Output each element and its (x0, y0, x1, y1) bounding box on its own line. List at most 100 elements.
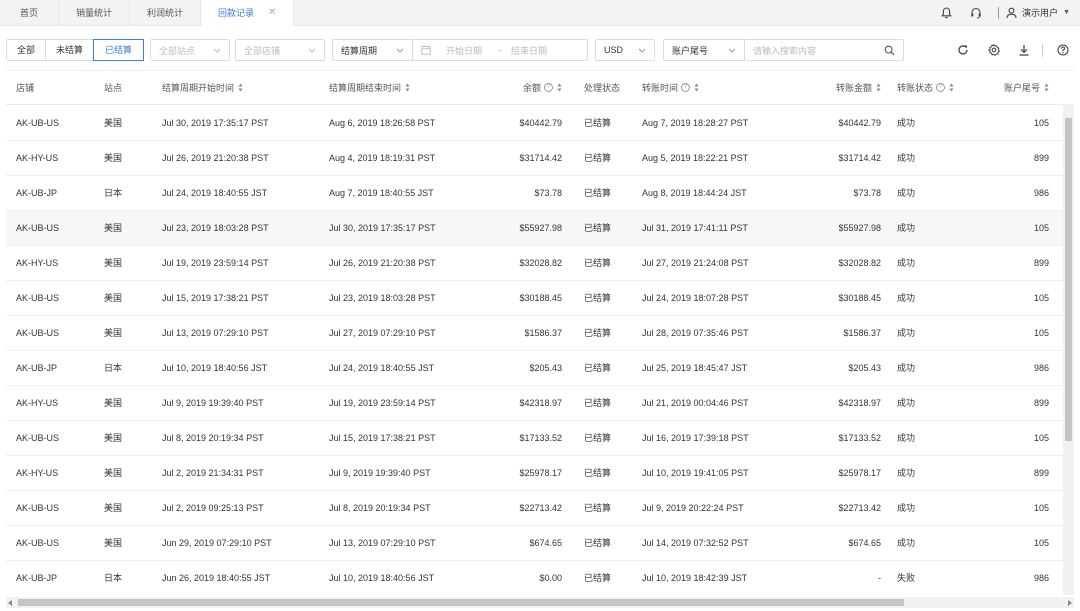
gear-icon[interactable] (982, 39, 1006, 61)
cell-balance: $31714.42 (519, 153, 562, 163)
cell-account-tail: 986 (1033, 573, 1049, 583)
table-row[interactable]: AK-HY-US 美国 Jul 9, 2019 19:39:40 PST Jul 19… (6, 386, 1074, 421)
col-header-period-start[interactable]: 结算周期开始时间 (162, 71, 243, 105)
cell-transfer-amount: $17133.52 (838, 433, 881, 443)
cell-transfer-status: 成功 (897, 468, 916, 478)
cell-period-end: Jul 9, 2019 19:39:40 PST (329, 468, 431, 478)
cell-balance: $674.65 (529, 538, 562, 548)
table-row[interactable]: AK-UB-US 美国 Jul 8, 2019 20:19:34 PST Jul 15… (6, 421, 1074, 456)
table-row[interactable]: AK-UB-US 美国 Jul 15, 2019 17:38:21 PST Jul 2… (6, 281, 1074, 316)
refresh-icon[interactable] (951, 39, 975, 61)
start-date-input[interactable]: 开始日期 (446, 44, 482, 57)
currency-value: USD (604, 45, 624, 55)
store-select-placeholder: 全部店铺 (244, 45, 281, 56)
table-row[interactable]: AK-UB-JP 日本 Jun 26, 2019 18:40:55 JST Jul 1… (6, 561, 1074, 595)
tab-sales-stats[interactable]: 销量统计 (59, 0, 131, 25)
col-header-transfer-amount[interactable]: 转账金额 (836, 71, 881, 105)
cell-transfer-time: Jul 28, 2019 07:35:46 PST (642, 328, 749, 338)
table-row[interactable]: AK-UB-US 美国 Jun 29, 2019 07:29:10 PST Jul 1… (6, 526, 1074, 561)
user-menu[interactable]: 演示用户 ▼ (1006, 6, 1070, 19)
tab-payment-records[interactable]: 回款记录 ✕ (201, 0, 295, 26)
cell-transfer-time: Jul 10, 2019 18:42:39 JST (642, 573, 748, 583)
bell-icon[interactable] (931, 0, 961, 26)
end-date-input[interactable]: 结束日期 (511, 44, 547, 57)
cell-account-tail: 105 (1033, 118, 1049, 128)
col-header-balance[interactable]: 余额? (523, 71, 562, 105)
store-select[interactable]: 全部店铺 (235, 39, 325, 61)
cell-process-status: 已结算 (584, 258, 612, 268)
cell-store: AK-HY-US (16, 258, 59, 268)
cell-balance: $17133.52 (519, 433, 562, 443)
sort-icon (1044, 83, 1049, 92)
cell-transfer-amount: $25978.17 (838, 468, 881, 478)
cell-transfer-status: 成功 (897, 433, 916, 443)
cell-process-status: 已结算 (584, 328, 612, 338)
scroll-right-icon[interactable] (1068, 600, 1072, 606)
cell-transfer-time: Jul 10, 2019 19:41:05 PST (642, 468, 749, 478)
col-header-period-end[interactable]: 结算周期结束时间 (329, 71, 410, 105)
cell-transfer-amount: $30188.45 (838, 293, 881, 303)
segment-all[interactable]: 全部 (7, 40, 47, 60)
cell-transfer-amount: $1586.37 (843, 328, 881, 338)
cell-balance: $73.78 (534, 188, 562, 198)
search-icon[interactable] (883, 45, 895, 55)
cell-account-tail: 105 (1033, 223, 1049, 233)
chevron-down-icon (638, 46, 646, 54)
cell-period-end: Jul 13, 2019 07:29:10 PST (329, 538, 436, 548)
table-row[interactable]: AK-UB-US 美国 Jul 30, 2019 17:35:17 PST Aug 6… (6, 106, 1074, 141)
currency-select[interactable]: USD (595, 39, 655, 61)
scroll-left-icon[interactable] (8, 600, 12, 606)
scrollbar-thumb[interactable] (1065, 118, 1072, 441)
period-type-label: 结算周期 (341, 45, 378, 56)
col-header-transfer-time[interactable]: 转账时间? (642, 71, 699, 105)
cell-account-tail: 105 (1033, 328, 1049, 338)
cell-store: AK-UB-JP (16, 363, 58, 373)
cell-period-end: Jul 10, 2019 18:40:56 JST (329, 573, 435, 583)
table-row[interactable]: AK-UB-US 美国 Jul 2, 2019 09:25:13 PST Jul 8,… (6, 491, 1074, 526)
cell-transfer-time: Jul 9, 2019 20:22:24 PST (642, 503, 744, 513)
cell-period-start: Jul 2, 2019 09:25:13 PST (162, 503, 264, 513)
calendar-icon (421, 45, 431, 55)
col-header-transfer-status[interactable]: 转账状态? (897, 71, 954, 105)
cell-site: 美国 (104, 223, 123, 233)
headset-icon[interactable] (961, 0, 991, 26)
chevron-down-icon (213, 46, 221, 54)
cell-transfer-time: Jul 21, 2019 00:04:46 PST (642, 398, 749, 408)
table-row[interactable]: AK-HY-US 美国 Jul 19, 2019 23:59:14 PST Jul 2… (6, 246, 1074, 281)
close-icon[interactable]: ✕ (268, 7, 276, 18)
help-icon[interactable] (1051, 39, 1075, 61)
cell-account-tail: 105 (1033, 538, 1049, 548)
date-range-picker[interactable]: 开始日期 - 结束日期 (412, 39, 588, 61)
col-header-process-status: 处理状态 (584, 83, 621, 93)
table-row[interactable]: AK-UB-US 美国 Jul 13, 2019 07:29:10 PST Jul 2… (6, 316, 1074, 351)
table-row[interactable]: AK-UB-US 美国 Jul 23, 2019 18:03:28 PST Jul 3… (6, 211, 1074, 246)
segment-unsettled[interactable]: 未结算 (46, 40, 95, 60)
site-select[interactable]: 全部站点 (150, 39, 230, 61)
cell-process-status: 已结算 (584, 118, 612, 128)
search-input[interactable]: 请输入搜索内容 (744, 39, 904, 61)
table-row[interactable]: AK-UB-JP 日本 Jul 24, 2019 18:40:55 JST Aug 7… (6, 176, 1074, 211)
cell-store: AK-UB-US (16, 118, 60, 128)
table-row[interactable]: AK-HY-US 美国 Jul 2, 2019 21:34:31 PST Jul 9,… (6, 456, 1074, 491)
vertical-scrollbar[interactable] (1063, 104, 1074, 595)
cell-balance: $205.43 (529, 363, 562, 373)
col-header-account-tail[interactable]: 账户尾号 (1004, 71, 1049, 105)
period-type-select[interactable]: 结算周期 (332, 39, 413, 61)
cell-transfer-time: Aug 8, 2019 18:44:24 JST (642, 188, 747, 198)
cell-transfer-amount: $205.43 (848, 363, 881, 373)
horizontal-scrollbar[interactable] (6, 597, 1074, 608)
download-icon[interactable] (1012, 39, 1036, 61)
cell-transfer-time: Jul 25, 2019 18:45:47 JST (642, 363, 748, 373)
search-field-select[interactable]: 账户尾号 (663, 39, 745, 61)
scrollbar-thumb[interactable] (18, 599, 904, 606)
tab-profit-stats[interactable]: 利润统计 (130, 0, 202, 25)
table-row[interactable]: AK-UB-JP 日本 Jul 10, 2019 18:40:56 JST Jul 2… (6, 351, 1074, 386)
segment-settled[interactable]: 已结算 (93, 39, 145, 61)
cell-account-tail: 105 (1033, 503, 1049, 513)
cell-transfer-amount: $32028.82 (838, 258, 881, 268)
tab-home[interactable]: 首页 (0, 0, 60, 25)
table-row[interactable]: AK-HY-US 美国 Jul 26, 2019 21:20:38 PST Aug 4… (6, 141, 1074, 176)
cell-process-status: 已结算 (584, 363, 612, 373)
cell-site: 美国 (104, 468, 123, 478)
cell-transfer-amount: $55927.98 (838, 223, 881, 233)
